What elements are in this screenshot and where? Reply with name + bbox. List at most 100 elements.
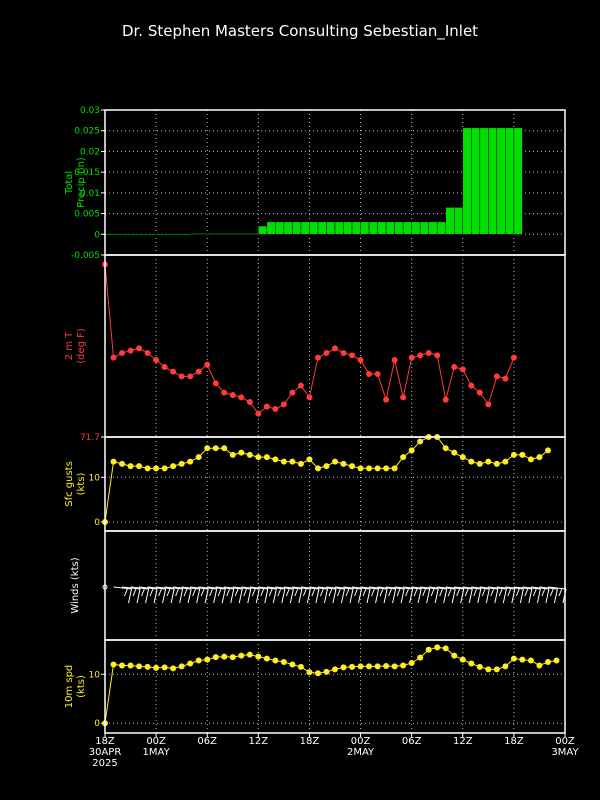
temp-point [408, 354, 415, 361]
temp-point [510, 354, 517, 361]
precip-bar [155, 234, 165, 236]
precip-bar [505, 127, 515, 235]
speed-point [255, 653, 262, 660]
speed-point [144, 663, 151, 670]
precip-bar [206, 233, 216, 235]
speed-point [451, 652, 458, 659]
y-tick-label: 0 [94, 230, 100, 240]
gust-point [544, 447, 551, 454]
x-tick-label: 2025 [92, 758, 117, 769]
precip-bar [130, 234, 140, 236]
precip-bar [283, 221, 293, 235]
gust-point [221, 445, 228, 452]
precip-bar [198, 233, 208, 235]
precip-bar [377, 221, 387, 235]
precip-bar [351, 221, 361, 235]
gust-point [442, 445, 449, 452]
precip-bar [360, 221, 370, 235]
speed-point [204, 656, 211, 663]
precip-bar [164, 234, 174, 236]
temp-point [272, 406, 279, 412]
y-tick-label: 0.03 [80, 106, 100, 116]
gust-point [459, 454, 466, 461]
gust-point [527, 456, 534, 463]
y-axis-label-line: Sfc gusts [64, 461, 75, 507]
precip-bar [249, 233, 259, 235]
meteogram: Dr. Stephen Masters Consulting Sebestian… [0, 0, 600, 800]
speed-point [238, 652, 245, 659]
temp-point [391, 357, 398, 363]
temp-point [357, 357, 364, 363]
gust-point [476, 460, 483, 467]
precip-bar [104, 234, 114, 236]
speed-point [510, 655, 517, 662]
gust-point [400, 454, 407, 461]
precip-bar [317, 221, 327, 235]
precip-bar [300, 221, 310, 235]
x-tick-label: 1MAY [143, 747, 171, 758]
y-axis-label-line: (kts) [76, 675, 87, 698]
temp-point [297, 382, 304, 389]
speed-point [442, 645, 449, 652]
temp-point [229, 392, 236, 398]
temp-point [246, 399, 253, 405]
speed-point [306, 669, 313, 676]
temp-point [204, 361, 211, 368]
precip-bar [454, 207, 464, 235]
y-axis-label-line: (deg F) [76, 328, 87, 364]
gust-point [502, 458, 509, 465]
speed-point [289, 661, 296, 668]
temp-point [255, 410, 262, 417]
temp-point [502, 375, 509, 382]
y-axis-label-line: Winds (kts) [70, 557, 81, 613]
speed-point [519, 656, 526, 663]
y-tick-label: 0.005 [74, 210, 100, 220]
precip-bar [445, 207, 455, 235]
precip-bar [394, 221, 404, 235]
speed-point [136, 663, 143, 670]
precip-bar [189, 233, 199, 235]
precip-bar [419, 221, 429, 235]
temp-point [374, 371, 381, 377]
speed-point [195, 657, 202, 664]
y-axis-label-line: (kts) [76, 473, 87, 496]
precip-bar [113, 234, 123, 236]
speed-point [212, 654, 219, 661]
speed-point [119, 662, 126, 669]
gust-point [110, 458, 117, 465]
precip-bar [402, 221, 412, 235]
precip-bar [479, 127, 489, 235]
temp-point [280, 401, 287, 408]
gust-point [289, 458, 296, 465]
y-tick-label: 0.02 [80, 147, 100, 157]
temp-point [451, 364, 458, 370]
speed-point [272, 657, 279, 664]
speed-point [408, 660, 415, 667]
temp-point [442, 396, 449, 403]
speed-point [366, 663, 373, 670]
y-axis-label-line: Precip (in) [76, 157, 87, 208]
speed-point [161, 664, 168, 671]
temp-point [417, 352, 424, 359]
gust-point [332, 458, 338, 465]
speed-point [536, 662, 543, 669]
speed-point [459, 656, 466, 663]
gust-point [229, 451, 236, 458]
gust-point [366, 465, 373, 472]
y-axis-label: 2 m T(deg F) [64, 328, 87, 364]
speed-point [468, 660, 475, 667]
gust-point [297, 460, 304, 467]
precip-bar [224, 233, 234, 235]
temp-point [425, 350, 432, 356]
y-tick-label: 0 [94, 518, 100, 528]
temp-point [366, 371, 373, 377]
gust-point [161, 465, 168, 472]
temp-point [127, 347, 134, 354]
speed-point [502, 663, 509, 670]
gust-point [238, 449, 245, 456]
x-tick-label: 00Z [351, 736, 371, 747]
gust-point [144, 465, 151, 472]
gust-point [263, 454, 270, 461]
speed-point [493, 666, 500, 673]
temp-point [459, 366, 466, 373]
